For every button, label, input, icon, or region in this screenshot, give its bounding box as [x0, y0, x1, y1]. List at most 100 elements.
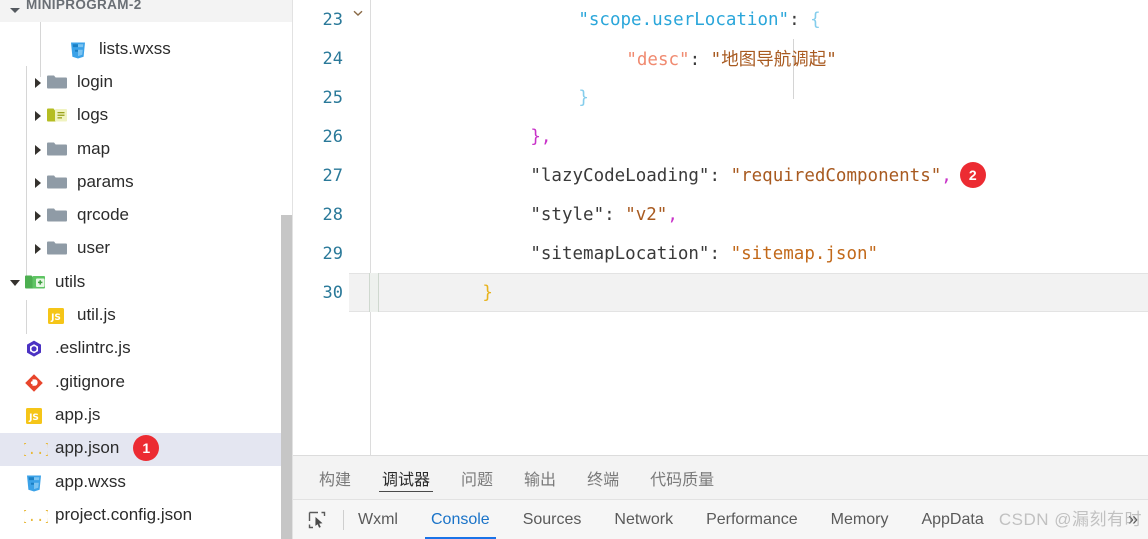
- line-number: 23: [322, 9, 343, 30]
- folder-icon: [46, 73, 68, 93]
- code-token-colon: :: [689, 50, 711, 70]
- panel-tab-5[interactable]: 代码质量: [647, 456, 717, 499]
- code-line-active[interactable]: 30 }: [293, 273, 1148, 312]
- annotation-badge-2: 2: [959, 161, 986, 188]
- devtools-tab-network[interactable]: Network: [614, 500, 673, 539]
- line-number: 27: [322, 165, 343, 186]
- folder-icon: [46, 173, 68, 193]
- toolbar-divider: [343, 509, 344, 530]
- chevron-down-icon[interactable]: [8, 4, 22, 18]
- annotation-badge-1: 1: [133, 435, 160, 462]
- devtools-tab-memory[interactable]: Memory: [831, 500, 889, 539]
- file-tree-item-lists-wxss[interactable]: lists.wxss: [0, 33, 293, 66]
- wxss-icon: [24, 473, 46, 493]
- eslint-icon: [24, 339, 46, 359]
- chevron-right-icon[interactable]: [30, 208, 46, 224]
- svg-text:{..}: {..}: [24, 442, 48, 458]
- file-tree-item-app-js[interactable]: JS app.js: [0, 399, 293, 432]
- js-icon: JS: [24, 406, 46, 426]
- more-tabs-icon[interactable]: »: [1128, 509, 1138, 530]
- wechat-devtools-window: MINIPROGRAM-2 lists.wxss login logs map para…: [0, 0, 1148, 539]
- chevron-right-icon[interactable]: [30, 175, 46, 191]
- file-tree: lists.wxss login logs map params qrcode user ut…: [0, 22, 293, 539]
- devtools-tab-bar: Wxml Console Sources Network Performance Memo…: [293, 499, 1148, 539]
- panel-tab-bar: 构建 调试器 问题 输出 终端 代码质量: [293, 456, 1148, 499]
- folder-logs-icon: [46, 106, 68, 126]
- file-tree-item-label: project.config.json: [55, 504, 193, 524]
- main-area: 23 "scope.userLocation": { 24 "desc": "地…: [293, 0, 1148, 539]
- inspect-element-icon[interactable]: [303, 506, 331, 534]
- chevron-right-icon[interactable]: [30, 142, 46, 158]
- file-tree-item-label: .gitignore: [55, 371, 125, 391]
- file-tree-item-label: lists.wxss: [99, 38, 171, 58]
- code-editor[interactable]: 23 "scope.userLocation": { 24 "desc": "地…: [293, 0, 1148, 455]
- file-tree-item--eslintrc-js[interactable]: .eslintrc.js: [0, 333, 293, 366]
- chevron-right-icon[interactable]: [30, 108, 46, 124]
- code-token-colon: :: [709, 243, 731, 264]
- explorer-section-header[interactable]: MINIPROGRAM-2: [0, 0, 293, 22]
- line-number: 30: [322, 282, 343, 303]
- sidebar-scrollbar[interactable]: [281, 215, 292, 539]
- file-tree-item-label: logs: [77, 105, 109, 125]
- code-token-string: "requiredComponents": [730, 165, 942, 186]
- file-tree-item-label: .eslintrc.js: [55, 338, 131, 358]
- chevron-right-icon[interactable]: [30, 241, 46, 257]
- chevron-down-icon[interactable]: [8, 275, 24, 291]
- file-tree-item-label: app.json: [55, 438, 120, 458]
- panel-tab-3[interactable]: 输出: [521, 456, 559, 499]
- devtools-tab-sources[interactable]: Sources: [523, 500, 582, 539]
- line-number: 25: [322, 87, 343, 108]
- file-tree-item-project-config-json[interactable]: {..} project.config.json: [0, 499, 293, 532]
- file-tree-item-utils[interactable]: utils: [0, 266, 293, 299]
- code-token-comma: ,: [667, 204, 678, 225]
- file-tree-item-label: qrcode: [77, 205, 129, 225]
- devtools-tab-performance[interactable]: Performance: [706, 500, 798, 539]
- panel-tab-1[interactable]: 调试器: [379, 456, 434, 499]
- file-tree-item-qrcode[interactable]: qrcode: [0, 199, 293, 232]
- line-number: 29: [322, 243, 343, 264]
- file-tree-item-app-json[interactable]: {..} app.json 1: [0, 432, 293, 466]
- folder-icon: [46, 239, 68, 259]
- panel-tab-4[interactable]: 终端: [584, 456, 622, 499]
- code-token-key: "lazyCodeLoading": [530, 165, 710, 186]
- project-title: MINIPROGRAM-2: [26, 0, 142, 12]
- wxss-icon: [68, 40, 90, 60]
- svg-text:JS: JS: [50, 313, 61, 323]
- file-tree-item-label: login: [77, 71, 113, 91]
- devtools-tab-appdata[interactable]: AppData: [921, 500, 983, 539]
- svg-text:JS: JS: [28, 413, 39, 423]
- file-tree-item-user[interactable]: user: [0, 233, 293, 266]
- file-tree-item-params[interactable]: params: [0, 166, 293, 199]
- file-tree-item-logs[interactable]: logs: [0, 100, 293, 133]
- file-tree-item-label: user: [77, 238, 111, 258]
- file-tree-item-map[interactable]: map: [0, 133, 293, 166]
- file-tree-item-label: utils: [55, 271, 86, 291]
- code-token-string: "sitemap.json": [730, 243, 879, 264]
- file-tree-item-label: params: [77, 171, 134, 191]
- file-tree-item-util-js[interactable]: JS util.js: [0, 299, 293, 332]
- devtools-tab-console[interactable]: Console: [425, 500, 496, 539]
- json-icon: {..}: [24, 506, 48, 526]
- js-icon: JS: [46, 306, 68, 326]
- line-number: 24: [322, 48, 343, 69]
- file-tree-item-label: app.js: [55, 404, 101, 424]
- file-tree-item-project-private-config-js[interactable]: {..}project.private.config.js: [0, 532, 293, 539]
- file-tree-item-app-wxss[interactable]: app.wxss: [0, 466, 293, 499]
- code-token-comma: ,: [941, 165, 952, 186]
- file-explorer-sidebar: MINIPROGRAM-2 lists.wxss login logs map para…: [0, 0, 293, 539]
- panel-tab-2[interactable]: 问题: [458, 456, 496, 499]
- folder-green-add-icon: [24, 273, 46, 293]
- code-token-key: "style": [530, 204, 605, 225]
- code-token-colon: :: [604, 204, 626, 225]
- file-tree-item--gitignore[interactable]: .gitignore: [0, 366, 293, 399]
- devtools-tab-wxml[interactable]: Wxml: [358, 500, 398, 539]
- chevron-right-icon[interactable]: [30, 75, 46, 91]
- folder-icon: [46, 206, 68, 226]
- file-tree-item-login[interactable]: login: [0, 66, 293, 99]
- line-number: 28: [322, 204, 343, 225]
- panel-tab-0[interactable]: 构建: [316, 456, 354, 499]
- git-icon: [24, 373, 46, 393]
